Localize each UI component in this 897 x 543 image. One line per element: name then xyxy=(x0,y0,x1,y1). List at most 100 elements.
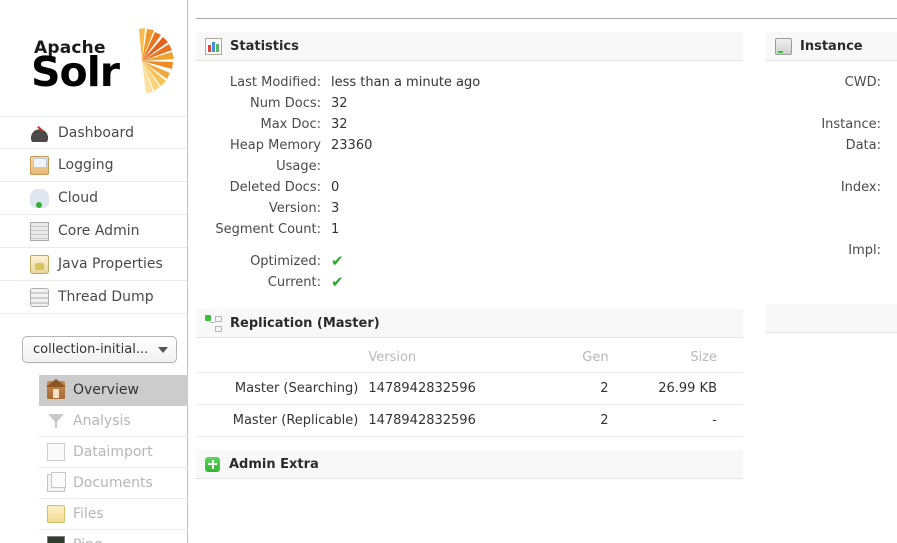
column-header-name xyxy=(196,346,369,373)
sidebar-item-label: Ping xyxy=(73,537,103,543)
logo-solr-text: Solr xyxy=(31,48,120,96)
optimized-check-icon: ✔ xyxy=(331,252,344,270)
stat-label: Max Doc: xyxy=(260,117,322,132)
stat-label: Deleted Docs: xyxy=(229,180,321,195)
instance-row-spacer xyxy=(766,156,897,177)
instance-label: Impl: xyxy=(848,243,881,258)
column-header-size: Size xyxy=(630,346,743,373)
folder-icon xyxy=(47,505,65,523)
home-icon xyxy=(46,379,66,399)
instance-label: Instance: xyxy=(821,117,881,132)
row-gen: 2 xyxy=(555,404,631,437)
row-name: Master (Searching) xyxy=(196,372,369,405)
sidebar-item-logging[interactable]: Logging xyxy=(0,149,187,182)
solr-admin-page: Apache Solr Dashboard Logging Cloud Core… xyxy=(0,0,897,543)
healthcheck-header: Healthcheck xyxy=(766,304,897,333)
dataimport-icon xyxy=(47,443,65,461)
stat-label: Optimized: xyxy=(250,254,321,269)
bar-chart-icon xyxy=(205,37,222,55)
sidebar: Apache Solr Dashboard Logging Cloud Core… xyxy=(0,0,188,543)
thread-dump-icon xyxy=(30,287,49,307)
instance-row-spacer xyxy=(766,198,897,219)
stat-row: Version: 3 xyxy=(196,198,743,219)
admin-extra-title: Admin Extra xyxy=(229,456,319,472)
stat-label: Last Modified: xyxy=(229,75,321,90)
instance-label: Data: xyxy=(845,138,881,153)
stat-row-optimized: Optimized: ✔ xyxy=(196,251,743,272)
stat-label: Version: xyxy=(268,201,321,216)
sidebar-item-label: Documents xyxy=(73,475,153,491)
stat-label: Current: xyxy=(267,275,321,290)
stat-value: 1 xyxy=(331,222,340,237)
row-version: 1478942832596 xyxy=(368,372,556,405)
sidebar-item-core-admin[interactable]: Core Admin xyxy=(0,215,187,248)
stat-row-current: Current: ✔ xyxy=(196,272,743,293)
dashboard-icon xyxy=(30,123,49,142)
sidebar-item-dashboard[interactable]: Dashboard xyxy=(0,116,187,149)
java-properties-icon xyxy=(30,254,49,274)
stat-value: 23360 xyxy=(331,138,373,153)
replication-table: Version Gen Size Master (Searching) 1478… xyxy=(196,346,743,437)
table-row: Master (Searching) 1478942832596 2 26.99… xyxy=(196,372,743,405)
row-size: 26.99 KB xyxy=(630,372,743,405)
sidebar-item-label: Analysis xyxy=(73,413,131,429)
stat-row: Heap Memory 23360 xyxy=(196,135,743,156)
sidebar-item-label: Core Admin xyxy=(58,223,140,239)
plus-icon xyxy=(205,456,220,472)
sidebar-item-java-properties[interactable]: Java Properties xyxy=(0,248,187,281)
content-area: Statistics Last Modified: less than a min… xyxy=(196,18,897,543)
sidebar-item-files[interactable]: Files xyxy=(39,499,188,530)
sidebar-item-label: Java Properties xyxy=(58,256,163,272)
stat-label: Num Docs: xyxy=(249,96,321,111)
sidebar-item-analysis[interactable]: Analysis xyxy=(39,406,188,437)
stat-value: 3 xyxy=(331,201,340,216)
replication-panel: Replication (Master) Version Gen Size Ma… xyxy=(196,309,743,437)
instance-row: Impl: xyxy=(766,240,897,261)
instance-title: Instance xyxy=(800,38,863,54)
stat-row: Deleted Docs: 0 xyxy=(196,177,743,198)
instance-panel: Instance CWD: Instance: Data: Index: Imp… xyxy=(766,32,897,265)
sidebar-item-overview[interactable]: Overview xyxy=(39,375,188,406)
admin-extra-panel: Admin Extra xyxy=(196,450,743,479)
sidebar-item-label: Overview xyxy=(73,382,139,398)
sidebar-item-label: Thread Dump xyxy=(58,289,154,305)
instance-label: CWD: xyxy=(844,75,881,90)
row-version: 1478942832596 xyxy=(368,404,556,437)
instance-row: CWD: xyxy=(766,72,897,93)
funnel-icon xyxy=(47,412,65,430)
stat-label: Usage: xyxy=(276,159,321,174)
sidebar-item-ping[interactable]: Ping xyxy=(39,530,188,543)
statistics-header: Statistics xyxy=(196,32,743,61)
instance-label: Index: xyxy=(840,180,881,195)
sidebar-item-cloud[interactable]: Cloud xyxy=(0,182,187,215)
instance-row-spacer xyxy=(766,219,897,240)
replication-header: Replication (Master) xyxy=(196,309,743,338)
admin-extra-header[interactable]: Admin Extra xyxy=(196,450,743,479)
statistics-title: Statistics xyxy=(230,38,299,54)
collection-selector-value: collection-initial... xyxy=(33,342,149,357)
core-admin-icon xyxy=(30,221,49,241)
current-check-icon: ✔ xyxy=(331,273,344,291)
collection-navigation: Overview Analysis Dataimport Documents F… xyxy=(39,375,188,543)
sidebar-item-documents[interactable]: Documents xyxy=(39,468,188,499)
stat-value: 32 xyxy=(331,96,348,111)
row-gen: 2 xyxy=(555,372,631,405)
table-header-row: Version Gen Size xyxy=(196,346,743,373)
stat-row: Num Docs: 32 xyxy=(196,93,743,114)
ping-icon xyxy=(47,536,65,543)
healthcheck-panel: Healthcheck Ping request handle xyxy=(766,304,897,363)
instance-row: Data: xyxy=(766,135,897,156)
instance-header: Instance xyxy=(766,32,897,61)
sidebar-item-dataimport[interactable]: Dataimport xyxy=(39,437,188,468)
sidebar-item-thread-dump[interactable]: Thread Dump xyxy=(0,281,187,314)
instance-row-spacer xyxy=(766,93,897,114)
stat-label: Segment Count: xyxy=(215,222,321,237)
solr-logo[interactable]: Apache Solr xyxy=(28,26,174,101)
collection-selector[interactable]: collection-initial... xyxy=(22,336,177,363)
replication-title: Replication (Master) xyxy=(230,315,380,331)
row-size: - xyxy=(630,404,743,437)
row-name: Master (Replicable) xyxy=(196,404,369,437)
stat-row: Usage: xyxy=(196,156,743,177)
stat-row: Last Modified: less than a minute ago xyxy=(196,72,743,93)
chevron-down-icon xyxy=(158,346,168,353)
